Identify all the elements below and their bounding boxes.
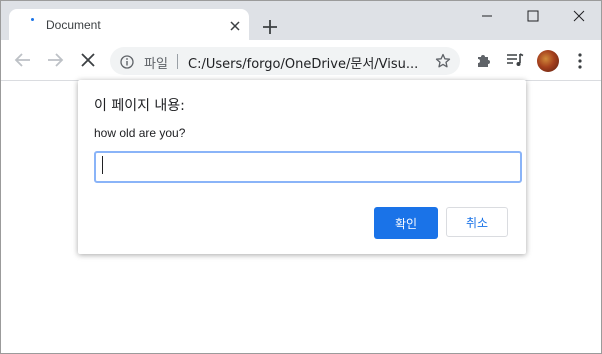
close-window-icon[interactable] <box>556 1 601 31</box>
star-icon[interactable] <box>435 53 451 69</box>
kebab-menu-icon[interactable] <box>575 52 585 70</box>
maximize-icon[interactable] <box>510 1 556 31</box>
divider <box>177 54 178 69</box>
media-queue-icon[interactable] <box>506 52 524 68</box>
loading-spinner-icon <box>31 18 34 21</box>
text-caret <box>102 156 103 174</box>
puzzle-extensions-icon[interactable] <box>476 52 492 68</box>
info-icon[interactable] <box>120 54 134 69</box>
dialog-title: 이 페이지 내용: <box>94 98 185 114</box>
tab-close-icon[interactable] <box>228 18 242 32</box>
back-arrow-icon[interactable] <box>13 50 33 70</box>
tab-document[interactable]: Document <box>9 9 249 40</box>
browser-window: Document 파일 C:/Users/forgo/OneDrive/문서/V… <box>0 0 602 354</box>
forward-arrow-icon[interactable] <box>45 50 65 70</box>
tab-title: Document <box>46 18 101 32</box>
prompt-dialog: 이 페이지 내용: how old are you? 확인 취소 <box>78 80 526 254</box>
new-tab-icon[interactable] <box>260 17 280 37</box>
address-bar[interactable]: 파일 C:/Users/forgo/OneDrive/문서/Visu... <box>110 47 460 75</box>
dialog-message: how old are you? <box>94 126 186 140</box>
url-text[interactable]: C:/Users/forgo/OneDrive/문서/Visu... <box>188 53 424 72</box>
minimize-icon[interactable] <box>464 1 510 31</box>
tab-strip: Document <box>1 1 601 40</box>
avatar[interactable] <box>537 50 559 72</box>
prompt-input[interactable] <box>94 151 522 183</box>
ok-button[interactable]: 확인 <box>374 207 438 239</box>
stop-loading-icon[interactable] <box>78 50 98 70</box>
site-label: 파일 <box>144 57 168 72</box>
cancel-button[interactable]: 취소 <box>446 207 508 237</box>
